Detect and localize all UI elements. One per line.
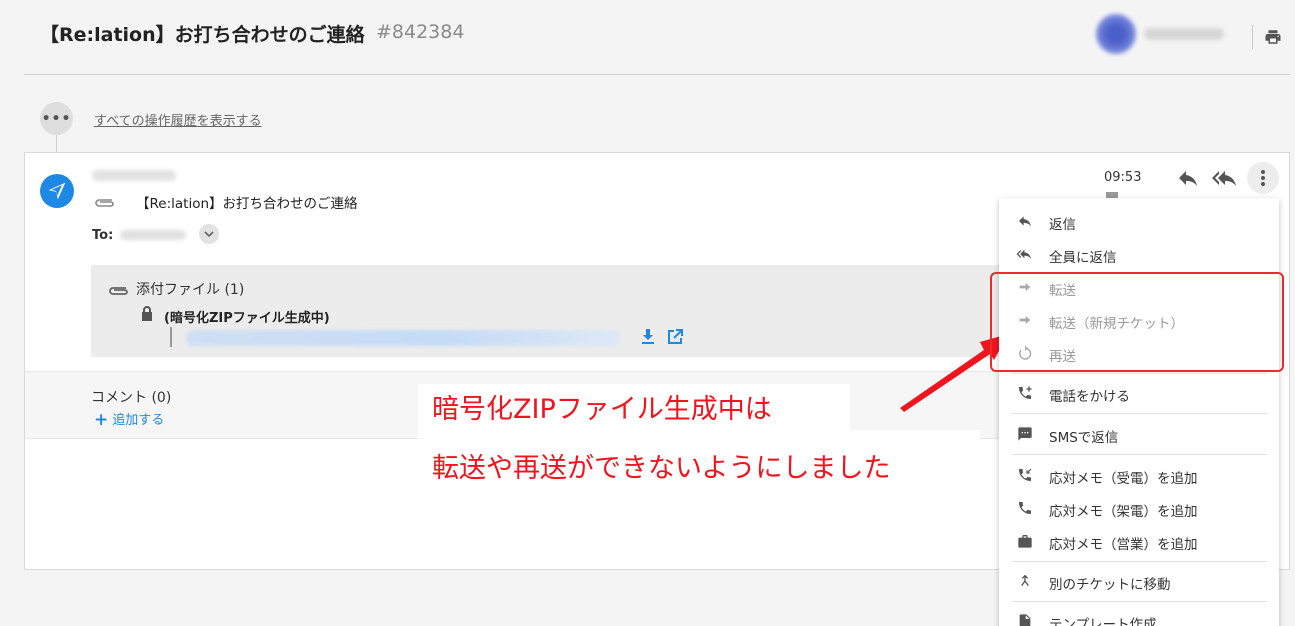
user-avatar[interactable] xyxy=(1096,14,1136,54)
attachment-indent-bar xyxy=(170,327,172,347)
page-title: 【Re:lation】お打ち合わせのご連絡 xyxy=(40,24,365,46)
comment-count-label: コメント (0) xyxy=(91,390,172,406)
menu-item-memo-incoming[interactable]: 応対メモ（受電）を追加 xyxy=(999,460,1279,490)
menu-item-reply-all[interactable]: 全員に返信 xyxy=(999,239,1279,269)
menu-item-memo-outgoing[interactable]: 応対メモ（架電）を追加 xyxy=(999,493,1279,523)
menu-item-label: テンプレート作成 xyxy=(1049,617,1157,626)
plus-icon: + xyxy=(94,410,109,430)
attachment-clip-icon xyxy=(109,287,128,295)
attachment-title: 添付ファイル (1) xyxy=(136,282,245,298)
menu-divider xyxy=(1011,561,1267,562)
menu-divider xyxy=(1011,601,1267,602)
menu-item-label: 別のチケットに移動 xyxy=(1049,577,1171,593)
menu-item-phone-call[interactable]: 電話をかける xyxy=(999,378,1279,408)
reply-all-icon xyxy=(1016,249,1031,259)
attachment-clip-icon xyxy=(95,199,114,207)
menu-item-reply[interactable]: 返信 xyxy=(999,206,1279,236)
incoming-call-icon xyxy=(1019,468,1032,481)
sent-mail-icon xyxy=(40,174,74,208)
attachment-file-blurred[interactable] xyxy=(186,330,620,346)
menu-item-label: 返信 xyxy=(1049,217,1076,233)
header-divider-line xyxy=(24,74,1290,75)
menu-item-memo-sales[interactable]: 応対メモ（営業）を追加 xyxy=(999,526,1279,556)
phone-call-icon xyxy=(1019,386,1032,399)
menu-item-move-ticket[interactable]: 別のチケットに移動 xyxy=(999,566,1279,596)
show-all-history-link[interactable]: すべての操作履歴を表示する xyxy=(94,110,262,129)
move-icon xyxy=(1021,574,1029,587)
open-external-icon[interactable] xyxy=(666,328,684,346)
print-icon[interactable] xyxy=(1264,28,1282,46)
annotation-highlight-box xyxy=(990,272,1284,372)
download-icon[interactable] xyxy=(640,328,656,346)
recipient-blurred xyxy=(120,230,186,240)
user-name-blurred xyxy=(1144,28,1224,40)
briefcase-icon xyxy=(1018,535,1032,548)
more-options-button[interactable] xyxy=(1247,162,1279,194)
reply-icon[interactable] xyxy=(1176,166,1200,190)
reply-all-icon[interactable] xyxy=(1211,166,1241,190)
more-history-icon[interactable]: ••• xyxy=(40,102,73,135)
menu-item-label: 全員に返信 xyxy=(1049,250,1117,266)
add-comment-button[interactable]: + 追加する xyxy=(94,409,164,430)
menu-item-label: 応対メモ（受電）を追加 xyxy=(1049,471,1198,487)
menu-item-label: SMSで返信 xyxy=(1049,430,1119,446)
reply-icon xyxy=(1019,216,1031,227)
menu-divider xyxy=(1011,413,1267,414)
annotation-text-line1: 暗号化ZIPファイル生成中は xyxy=(432,394,772,425)
header-divider xyxy=(1252,25,1253,49)
timeline-line xyxy=(56,134,57,154)
message-subject: 【Re:lation】お打ち合わせのご連絡 xyxy=(136,196,358,212)
menu-item-label: 応対メモ（営業）を追加 xyxy=(1049,537,1198,553)
chevron-down-icon[interactable] xyxy=(199,224,219,244)
to-label: To: xyxy=(92,228,114,243)
template-icon xyxy=(1019,614,1031,626)
menu-item-label: 応対メモ（架電）を追加 xyxy=(1049,504,1198,520)
menu-divider xyxy=(1011,454,1267,455)
menu-item-sms-reply[interactable]: SMSで返信 xyxy=(999,419,1279,449)
sms-icon xyxy=(1018,427,1032,441)
lock-icon xyxy=(142,306,152,321)
menu-item-label: 電話をかける xyxy=(1049,389,1130,405)
annotation-text-line2: 転送や再送ができないようにしました xyxy=(432,453,891,484)
menu-item-create-template[interactable]: テンプレート作成 xyxy=(999,606,1279,626)
add-comment-label: 追加する xyxy=(112,413,165,428)
menu-divider xyxy=(1011,373,1267,374)
ticket-number: #842384 xyxy=(376,21,465,43)
message-time: 09:53 xyxy=(1104,170,1142,185)
sender-blurred xyxy=(92,170,176,181)
attachment-encryption-status: (暗号化ZIPファイル生成中) xyxy=(164,311,330,326)
phone-icon xyxy=(1019,502,1031,514)
